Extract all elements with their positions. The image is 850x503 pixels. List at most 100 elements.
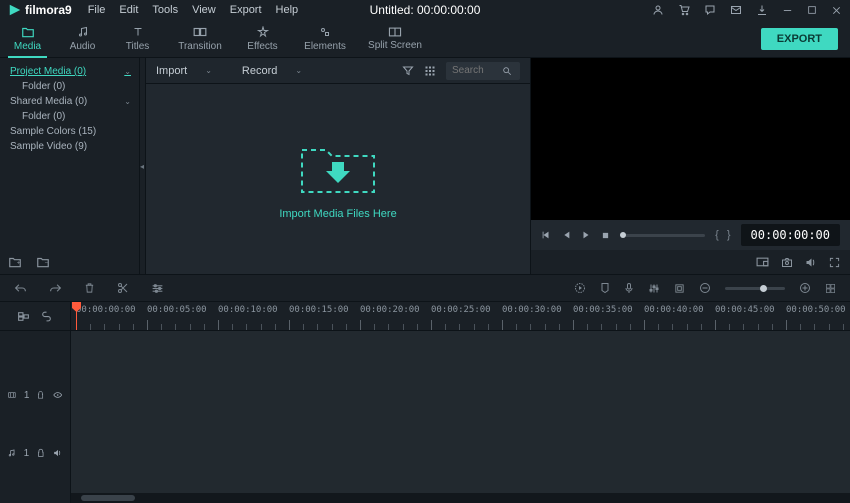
media-tree: Project Media (0)⌄ Folder (0) Shared Med… (0, 58, 140, 274)
filter-icon[interactable] (402, 65, 414, 77)
mail-icon[interactable] (730, 4, 742, 16)
svg-text:+: + (17, 260, 21, 266)
maximize-icon[interactable] (807, 5, 817, 15)
timeline-tracks[interactable] (71, 331, 850, 493)
ruler-timestamp: 00:00:20:00 (360, 305, 420, 315)
grid-view-icon[interactable] (424, 65, 436, 77)
tree-project-media[interactable]: Project Media (0)⌄ (0, 64, 139, 79)
menu-tools[interactable]: Tools (152, 4, 178, 16)
ruler-timestamp: 00:00:45:00 (715, 305, 775, 315)
play-button[interactable] (581, 230, 591, 240)
tab-titles[interactable]: Titles (110, 20, 165, 57)
zoom-fit-icon[interactable] (825, 283, 836, 294)
app-logo: filmora9 (8, 3, 72, 17)
delete-folder-icon[interactable]: − (36, 256, 50, 268)
fullscreen-icon[interactable] (829, 257, 840, 268)
tree-shared-folder[interactable]: Folder (0) (0, 109, 139, 124)
tab-label: Audio (70, 41, 96, 52)
tab-split-screen[interactable]: Split Screen (360, 20, 430, 57)
marker-icon[interactable] (600, 282, 610, 294)
tab-label: Transition (178, 41, 222, 52)
video-track-header[interactable]: 1 (0, 383, 70, 407)
zoom-out-icon[interactable] (699, 282, 711, 294)
tab-label: Titles (126, 41, 150, 52)
record-dropdown[interactable]: Record⌄ (242, 65, 302, 77)
track-manager-icon[interactable] (17, 311, 30, 322)
audio-track-header[interactable]: 1 (0, 441, 70, 465)
track-number: 1 (24, 390, 30, 401)
stop-button[interactable] (601, 231, 610, 240)
search-icon (502, 66, 512, 76)
eye-icon[interactable] (53, 391, 62, 399)
play-backward-button[interactable] (561, 230, 571, 240)
tab-label: Split Screen (368, 40, 422, 51)
tab-audio[interactable]: Audio (55, 20, 110, 57)
tree-sample-video[interactable]: Sample Video (9) (0, 139, 139, 154)
mixer-icon[interactable] (648, 283, 660, 294)
adjust-icon[interactable] (151, 282, 164, 294)
timeline-scrollbar[interactable] (71, 493, 850, 503)
search-input[interactable] (446, 62, 520, 80)
tab-transition[interactable]: Transition (165, 20, 235, 57)
new-folder-icon[interactable]: + (8, 256, 22, 268)
crop-icon[interactable] (674, 283, 685, 294)
menu-edit[interactable]: Edit (119, 4, 138, 16)
menu-help[interactable]: Help (276, 4, 299, 16)
undo-button[interactable] (14, 282, 27, 294)
tree-sample-colors[interactable]: Sample Colors (15) (0, 124, 139, 139)
redo-button[interactable] (49, 282, 62, 294)
ruler-timestamp: 00:00:25:00 (431, 305, 491, 315)
prev-frame-button[interactable] (541, 230, 551, 240)
split-button[interactable] (117, 282, 129, 294)
minimize-icon[interactable] (782, 5, 793, 16)
svg-text:−: − (45, 260, 49, 266)
export-button[interactable]: EXPORT (761, 28, 838, 50)
tab-elements[interactable]: Elements (290, 20, 360, 57)
snapshot-icon[interactable] (781, 257, 793, 268)
message-icon[interactable] (704, 4, 716, 16)
render-preview-icon[interactable] (574, 282, 586, 294)
quality-icon[interactable] (756, 257, 769, 268)
tree-shared-media[interactable]: Shared Media (0)⌄ (0, 94, 139, 109)
ruler-timestamp: 00:00:35:00 (573, 305, 633, 315)
track-number: 1 (24, 448, 30, 459)
delete-button[interactable] (84, 282, 95, 294)
ruler-timestamp: 00:00:40:00 (644, 305, 704, 315)
window-title: Untitled: 00:00:00:00 (370, 3, 481, 17)
mark-in-button[interactable]: { (715, 229, 719, 241)
timeline-ruler[interactable]: 00:00:00:0000:00:05:0000:00:10:0000:00:1… (71, 302, 850, 331)
mark-out-button[interactable]: } (727, 229, 731, 241)
download-icon[interactable] (756, 4, 768, 16)
lock-icon[interactable] (37, 448, 45, 458)
ruler-timestamp: 00:00:50:00 (786, 305, 846, 315)
link-icon[interactable] (40, 310, 53, 322)
playhead[interactable] (76, 302, 77, 330)
tab-label: Elements (304, 41, 346, 52)
user-icon[interactable] (652, 4, 664, 16)
tab-label: Media (14, 41, 41, 52)
tab-effects[interactable]: Effects (235, 20, 290, 57)
ruler-timestamp: 00:00:05:00 (147, 305, 207, 315)
cart-icon[interactable] (678, 4, 690, 16)
tab-media[interactable]: Media (0, 20, 55, 57)
tree-project-folder[interactable]: Folder (0) (0, 79, 139, 94)
import-dropdown[interactable]: Import⌄ (156, 65, 212, 77)
menu-view[interactable]: View (192, 4, 216, 16)
ruler-timestamp: 00:00:10:00 (218, 305, 278, 315)
ruler-timestamp: 00:00:15:00 (289, 305, 349, 315)
import-folder-icon (298, 138, 378, 196)
preview-scrubber[interactable] (620, 234, 705, 237)
zoom-slider[interactable] (725, 287, 785, 290)
zoom-in-icon[interactable] (799, 282, 811, 294)
volume-icon[interactable] (805, 257, 817, 268)
close-icon[interactable] (831, 5, 842, 16)
speaker-icon[interactable] (53, 448, 62, 458)
menu-export[interactable]: Export (230, 4, 262, 16)
preview-viewport (531, 58, 850, 220)
note-icon (8, 448, 16, 458)
menu-file[interactable]: File (88, 4, 106, 16)
voiceover-icon[interactable] (624, 282, 634, 294)
import-drop-zone[interactable]: Import Media Files Here (146, 84, 530, 274)
film-icon (8, 391, 16, 399)
lock-icon[interactable] (37, 390, 44, 400)
